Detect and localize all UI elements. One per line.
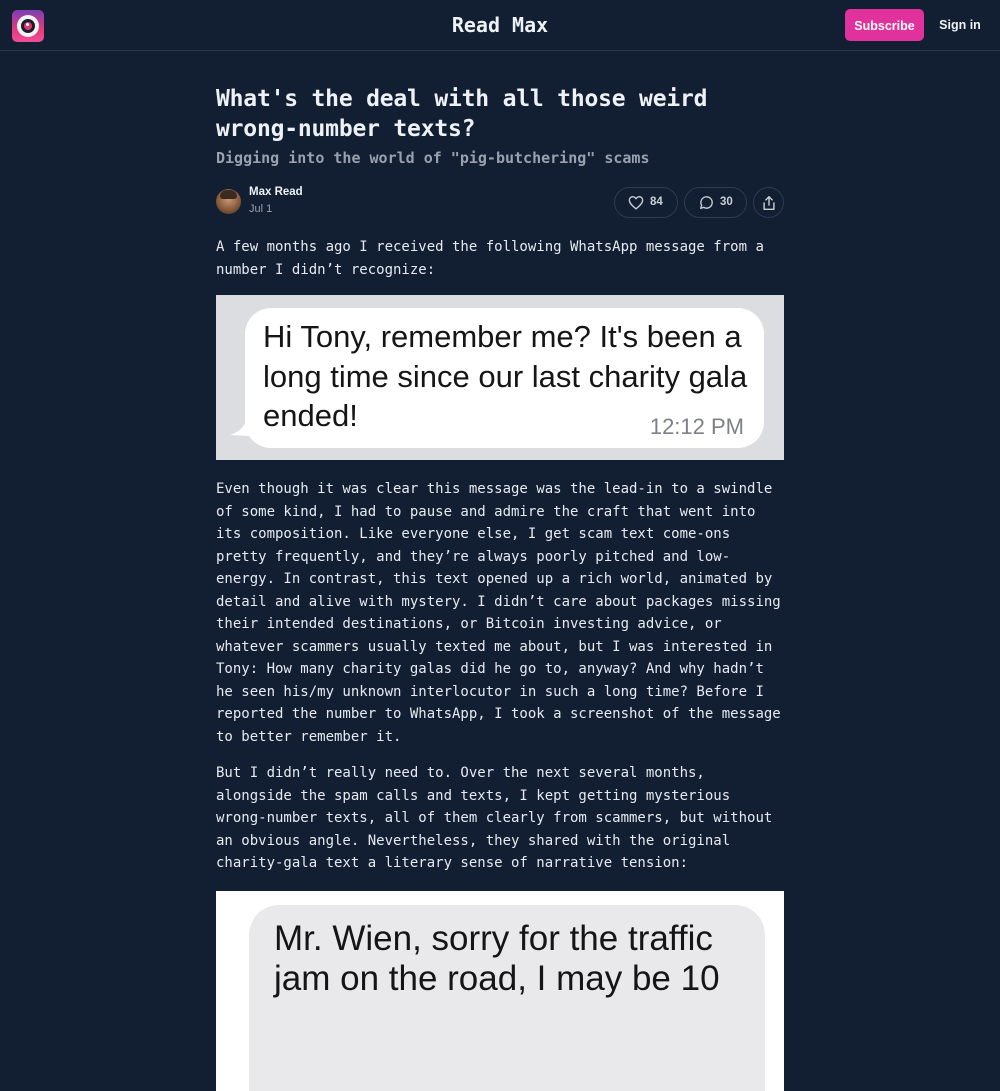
article: What's the deal with all those weird wro… [216, 84, 784, 1091]
byline: Max Read Jul 1 84 30 [216, 186, 784, 220]
message-screenshot-2[interactable]: Mr. Wien, sorry for the traffic jam on t… [216, 890, 784, 1091]
message-time: 12:12 PM [649, 414, 744, 439]
share-icon [763, 196, 775, 210]
comment-count: 30 [720, 196, 733, 208]
subscribe-button[interactable]: Subscribe [845, 9, 924, 41]
like-button[interactable]: 84 [614, 187, 678, 218]
like-count: 84 [650, 196, 663, 208]
publication-logo[interactable] [12, 10, 44, 42]
comment-bubble-icon [700, 196, 713, 209]
body-paragraph: Even though it was clear this message wa… [216, 481, 781, 745]
top-bar: Read Max Subscribe Sign in [0, 0, 1000, 51]
avatar-hair [220, 190, 237, 199]
article-subtitle: Digging into the world of "pig-butcherin… [216, 149, 650, 167]
body-paragraph: But I didn’t really need to. Over the ne… [216, 765, 773, 871]
comment-button[interactable]: 30 [684, 187, 747, 218]
heart-icon [628, 196, 644, 210]
author-avatar[interactable] [216, 189, 241, 214]
intro-paragraph: A few months ago I received the followin… [216, 239, 764, 278]
author-name[interactable]: Max Read [249, 186, 303, 198]
sign-in-button[interactable]: Sign in [936, 9, 984, 41]
lens-glint [26, 23, 29, 26]
article-title: What's the deal with all those weird wro… [216, 86, 708, 142]
share-button[interactable] [753, 187, 784, 218]
post-date: Jul 1 [249, 203, 273, 215]
message-text: Mr. Wien, sorry for the traffic jam on t… [274, 918, 720, 998]
message-screenshot-1[interactable]: Hi Tony, remember me? It's been a long t… [216, 295, 784, 460]
message-bubble: Mr. Wien, sorry for the traffic jam on t… [249, 904, 765, 1091]
message-bubble: Hi Tony, remember me? It's been a long t… [245, 308, 764, 448]
